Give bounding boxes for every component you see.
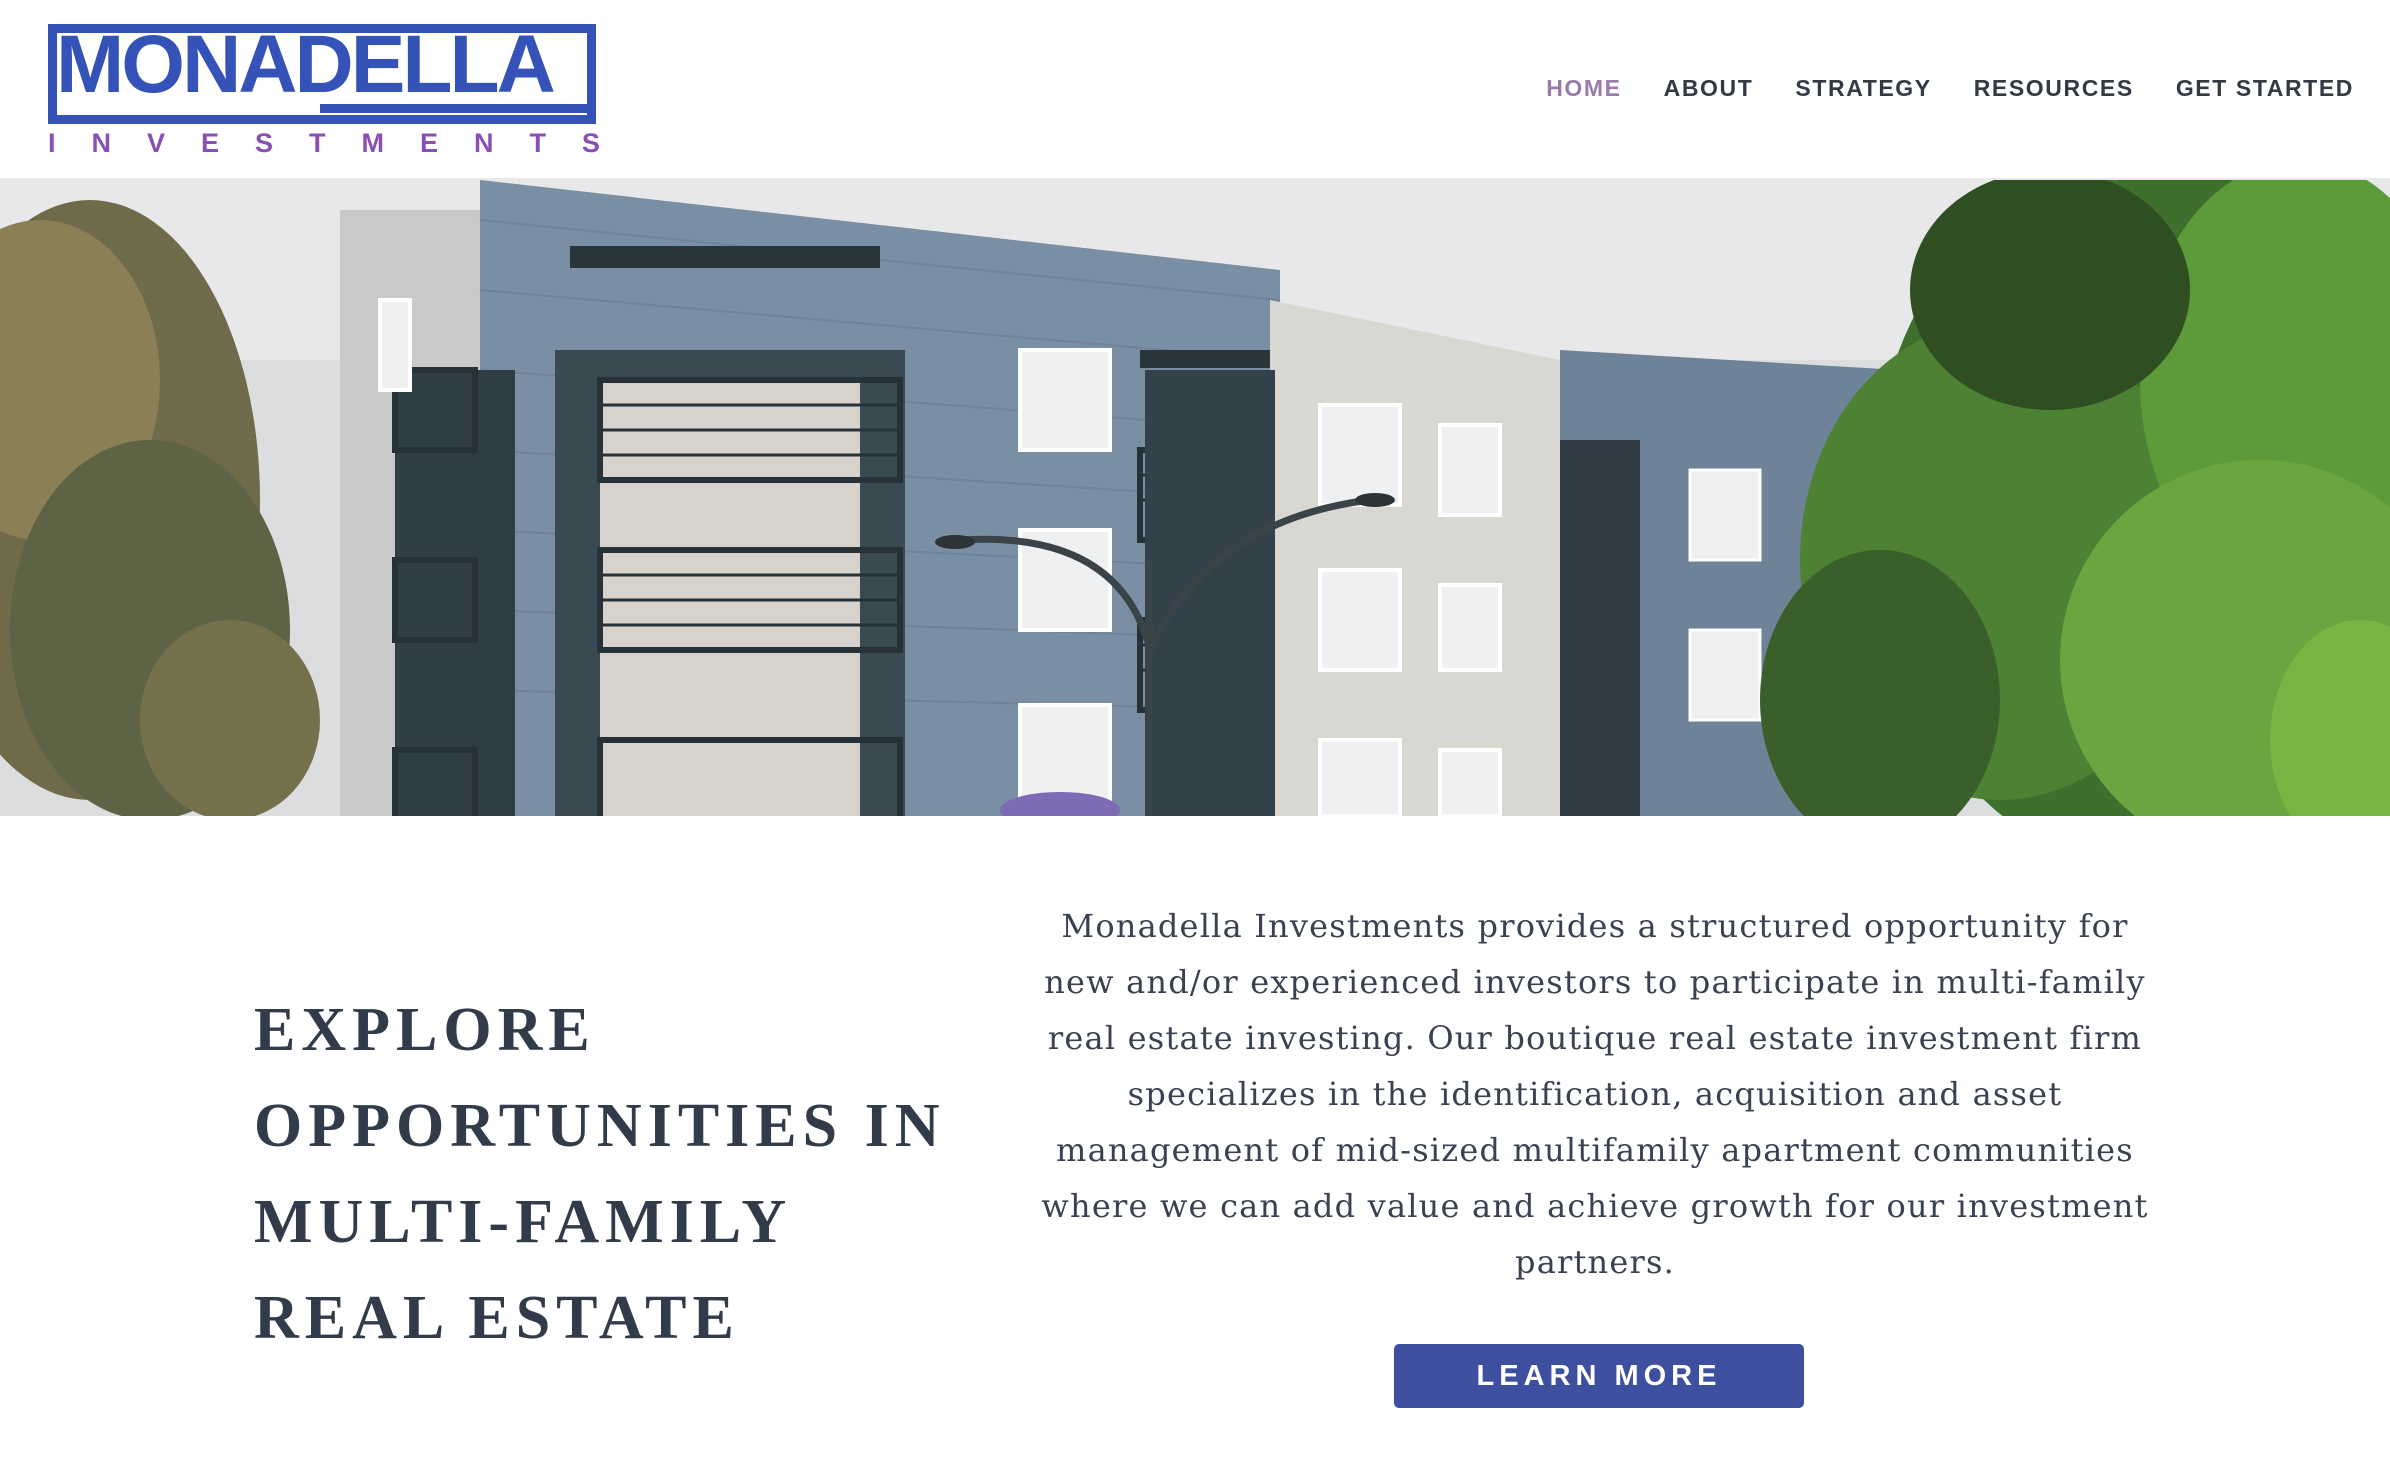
logo-underline — [320, 104, 596, 113]
monadella-logo[interactable]: MONADELLA I N V E S T M E N T S — [48, 19, 600, 158]
nav-resources[interactable]: RESOURCES — [1974, 75, 2134, 102]
nav-get-started[interactable]: GET STARTED — [2176, 75, 2354, 102]
logo-tagline-letter: N — [473, 128, 494, 158]
logo-tagline-letter: S — [581, 128, 600, 158]
logo-tagline-letter: M — [361, 128, 384, 158]
nav-about[interactable]: ABOUT — [1664, 75, 1754, 102]
main-nav: HOME ABOUT STRATEGY RESOURCES GET STARTE… — [1546, 70, 2354, 106]
headline-line: REAL ESTATE — [254, 1284, 740, 1352]
hero-headline: EXPLORE OPPORTUNITIES IN MULTI-FAMILY RE… — [254, 982, 974, 1366]
headline-line: OPPORTUNITIES IN — [254, 1092, 946, 1160]
logo-tagline-letter: N — [91, 128, 112, 158]
logo-wordmark: MONADELLA — [56, 19, 556, 110]
nav-strategy[interactable]: STRATEGY — [1795, 75, 1931, 102]
logo-tagline-letter: T — [529, 128, 546, 158]
logo-tagline: I N V E S T M E N T S — [48, 128, 600, 158]
logo-tagline-letter: E — [419, 128, 438, 158]
headline-line: MULTI-FAMILY — [254, 1188, 793, 1256]
hero-image — [0, 180, 2390, 816]
logo-tagline-letter: I — [48, 128, 56, 158]
learn-more-button[interactable]: LEARN MORE — [1394, 1344, 1804, 1408]
logo-tagline-letter: E — [200, 128, 219, 158]
nav-home[interactable]: HOME — [1546, 75, 1621, 102]
logo-tagline-letter: T — [308, 128, 326, 158]
logo-tagline-letter: S — [254, 128, 273, 158]
apartment-building-photo — [0, 180, 2390, 816]
site-header: MONADELLA I N V E S T M E N T S HOME ABO… — [0, 0, 2390, 180]
logo-tagline-letter: V — [146, 128, 165, 158]
intro-paragraph: Monadella Investments provides a structu… — [1041, 907, 2149, 1281]
headline-line: EXPLORE — [254, 996, 596, 1064]
